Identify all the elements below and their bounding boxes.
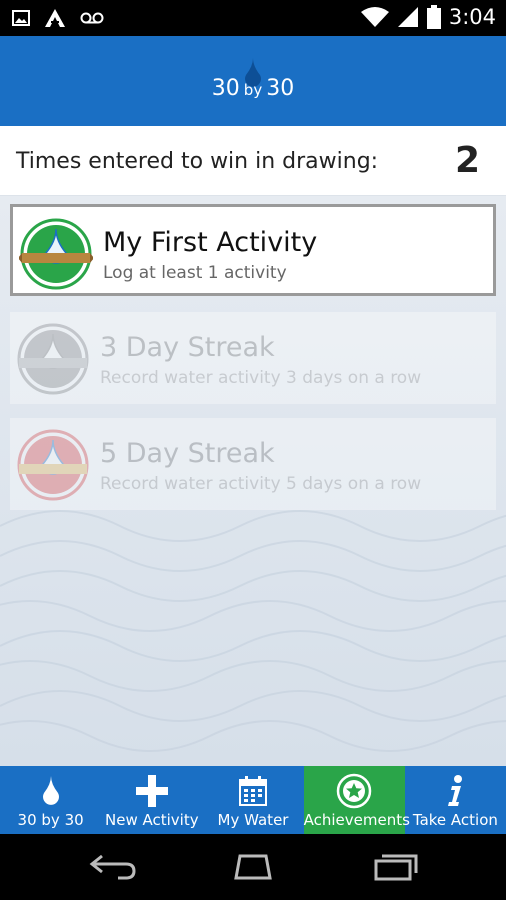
nav-tab-my-water[interactable]: My Water: [202, 766, 303, 834]
drawing-count: 2: [454, 140, 480, 181]
plus-icon: [135, 775, 168, 807]
wave-background: [0, 510, 506, 752]
achievement-description: Log at least 1 activity: [103, 263, 287, 283]
achievement-card-first-activity[interactable]: My First Activity Log at least 1 activit…: [10, 204, 496, 296]
achievement-title: 5 Day Streak: [100, 438, 275, 469]
recent-apps-icon[interactable]: [372, 852, 420, 882]
drawing-entries-row: Times entered to win in drawing: 2: [0, 126, 506, 196]
achievement-card-5-day-streak[interactable]: 5 Day Streak Record water activity 5 day…: [10, 418, 496, 510]
signal-icon: [397, 7, 418, 27]
achievement-badge-icon: [19, 218, 93, 290]
achievement-description: Record water activity 3 days on a row: [100, 368, 422, 388]
nav-label: Achievements: [303, 811, 410, 829]
achievements-list[interactable]: My First Activity Log at least 1 activit…: [0, 196, 506, 766]
achievement-badge-locked-icon: [17, 429, 89, 501]
star-badge-icon: [336, 773, 372, 809]
home-icon[interactable]: [226, 852, 280, 882]
drawing-label: Times entered to win in drawing:: [16, 149, 379, 174]
status-bar: 3:04: [0, 0, 506, 36]
calendar-icon: [239, 776, 267, 806]
nav-label: Take Action: [412, 811, 498, 829]
achievement-title: My First Activity: [103, 227, 318, 258]
achievement-title: 3 Day Streak: [100, 332, 275, 363]
image-icon: [12, 10, 30, 26]
voicemail-icon: [80, 12, 104, 24]
achievement-description: Record water activity 5 days on a row: [100, 474, 422, 494]
nav-tab-new-activity[interactable]: New Activity: [101, 766, 202, 834]
nav-label: 30 by 30: [17, 811, 84, 829]
nav-tab-take-action[interactable]: Take Action: [405, 766, 506, 834]
nav-label: New Activity: [105, 811, 199, 829]
nav-tab-30-by-30[interactable]: 30 by 30: [0, 766, 101, 834]
water-drop-icon: [42, 776, 59, 805]
back-icon[interactable]: [88, 852, 138, 882]
wifi-icon: [360, 7, 389, 27]
a-logo-icon: [45, 9, 65, 27]
nav-tab-achievements[interactable]: Achievements: [303, 766, 410, 834]
app-header: 30 by 30: [0, 36, 506, 126]
battery-icon: [426, 5, 441, 29]
system-navigation-bar: [0, 834, 506, 900]
info-icon: [448, 775, 463, 806]
achievement-card-3-day-streak[interactable]: 3 Day Streak Record water activity 3 day…: [10, 312, 496, 404]
clock: 3:04: [448, 5, 496, 29]
bottom-navigation: 30 by 30 New Activity My Water Achieveme…: [0, 766, 506, 834]
nav-label: My Water: [217, 811, 289, 829]
app-title: 30 by 30: [211, 76, 295, 101]
achievement-badge-locked-icon: [17, 323, 89, 395]
